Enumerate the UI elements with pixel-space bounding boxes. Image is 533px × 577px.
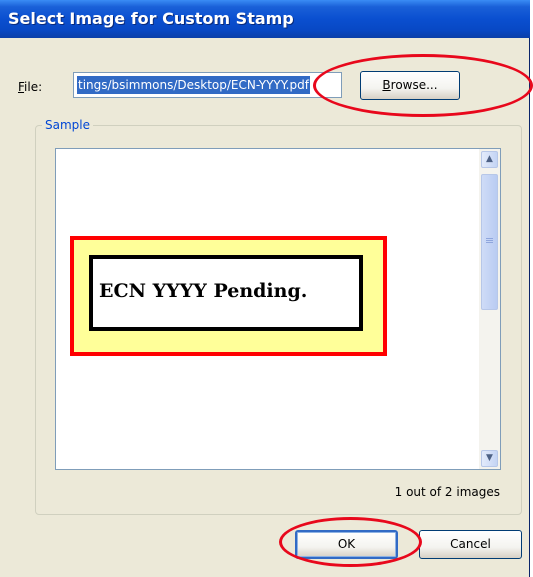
scrollbar-grip-icon — [486, 238, 493, 244]
browse-button-label: rowse... — [390, 78, 438, 92]
image-count-label: 1 out of 2 images — [394, 485, 500, 499]
stamp-preview-image: ECN YYYY Pending. — [70, 236, 387, 356]
browse-button-mnemonic: B — [382, 78, 391, 92]
dialog-title: Select Image for Custom Stamp — [8, 9, 294, 28]
scrollbar-thumb[interactable] — [481, 174, 498, 310]
file-path-value: tings/bsimmons/Desktop/ECN-YYYY.pdf — [77, 76, 310, 94]
stamp-text: ECN YYYY Pending. — [99, 280, 308, 302]
sample-preview: ECN YYYY Pending. ▲ ▼ — [55, 148, 501, 470]
browse-button[interactable]: Browse... — [360, 71, 460, 100]
title-bar[interactable]: Select Image for Custom Stamp — [0, 0, 530, 38]
chevron-up-icon[interactable]: ▲ — [481, 151, 498, 168]
preview-scrollbar[interactable]: ▲ ▼ — [479, 149, 500, 469]
stamp-inner-box: ECN YYYY Pending. — [89, 255, 363, 331]
ok-button[interactable]: OK — [295, 530, 398, 559]
sample-legend: Sample — [42, 118, 93, 132]
file-path-input[interactable]: tings/bsimmons/Desktop/ECN-YYYY.pdf — [73, 72, 342, 98]
dialog-window: Select Image for Custom Stamp File: ting… — [0, 0, 530, 577]
cancel-button[interactable]: Cancel — [419, 530, 522, 559]
chevron-down-icon[interactable]: ▼ — [481, 450, 498, 467]
file-label: File: — [18, 80, 42, 94]
file-label-text: ile: — [24, 80, 43, 94]
